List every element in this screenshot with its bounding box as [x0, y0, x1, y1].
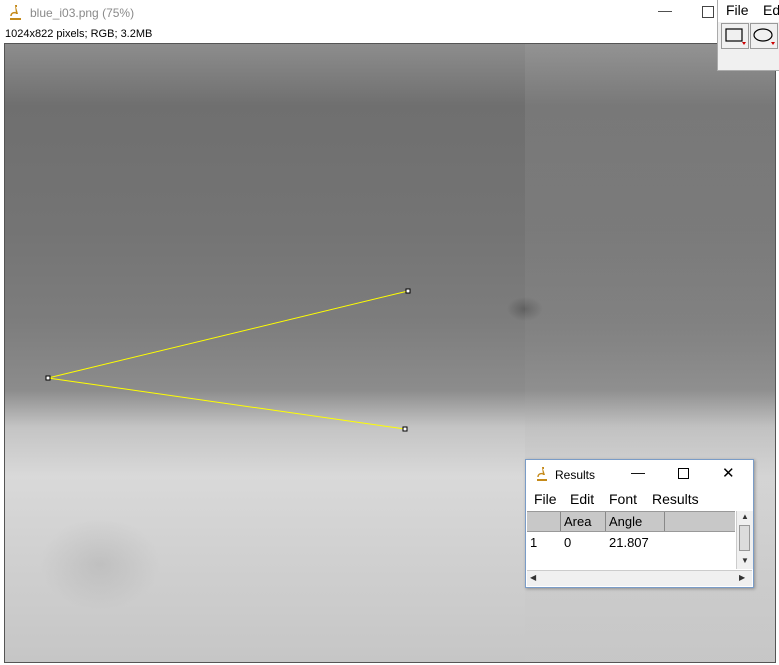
row-index: 1 — [530, 535, 538, 550]
results-menu-edit[interactable]: Edit — [570, 491, 594, 507]
scroll-thumb[interactable] — [739, 525, 750, 551]
image-window-titlebar[interactable]: blue_i03.png (75%) — — [0, 0, 779, 26]
results-menubar: File Edit Font Results — [526, 490, 753, 510]
results-close-button[interactable]: ✕ — [722, 464, 735, 482]
imagej-menubar: File Ed — [718, 0, 779, 22]
row-angle: 21.807 — [609, 535, 649, 550]
angle-handle-vertex[interactable] — [45, 375, 51, 381]
menu-file[interactable]: File — [726, 2, 749, 18]
minimize-button[interactable]: — — [658, 2, 674, 22]
results-maximize-button[interactable] — [678, 468, 689, 479]
oval-icon — [753, 28, 775, 45]
angle-line — [47, 290, 409, 430]
angle-handle-end-1[interactable] — [405, 288, 411, 294]
results-window: Results — ✕ File Edit Font Results Area … — [525, 459, 754, 588]
oval-tool-button[interactable] — [750, 23, 778, 49]
results-table-header: Area Angle — [527, 511, 735, 532]
results-vertical-scrollbar[interactable]: ▲ ▼ — [736, 511, 753, 569]
table-row[interactable]: 1 0 21.807 — [527, 532, 735, 552]
rectangle-tool-button[interactable] — [721, 23, 749, 49]
scroll-left-icon[interactable]: ◀ — [530, 573, 536, 582]
results-title: Results — [555, 468, 596, 482]
menu-edit[interactable]: Ed — [763, 2, 779, 18]
maximize-button[interactable] — [702, 6, 714, 18]
scroll-up-icon[interactable]: ▲ — [741, 512, 749, 521]
column-header-area[interactable]: Area — [561, 512, 606, 531]
angle-handle-end-2[interactable] — [402, 426, 408, 432]
results-menu-results[interactable]: Results — [652, 491, 699, 507]
image-info: 1024x822 pixels; RGB; 3.2MB — [5, 28, 153, 40]
results-horizontal-scrollbar[interactable]: ◀ ▶ — [527, 570, 752, 586]
column-header-angle[interactable]: Angle — [606, 512, 665, 531]
scroll-right-icon[interactable]: ▶ — [739, 573, 745, 582]
rectangle-icon — [725, 28, 746, 45]
results-minimize-button[interactable]: — — [631, 464, 645, 480]
row-area: 0 — [564, 535, 572, 550]
imagej-microscope-icon — [10, 5, 21, 20]
column-header-index[interactable] — [527, 512, 561, 531]
imagej-toolbar-window: File Ed — [717, 0, 779, 71]
imagej-microscope-icon — [537, 467, 547, 481]
results-menu-file[interactable]: File — [534, 491, 557, 507]
results-titlebar[interactable]: Results — ✕ — [526, 460, 753, 488]
results-menu-font[interactable]: Font — [609, 491, 637, 507]
image-window-title: blue_i03.png (75%) — [30, 6, 135, 20]
scroll-down-icon[interactable]: ▼ — [741, 556, 749, 565]
